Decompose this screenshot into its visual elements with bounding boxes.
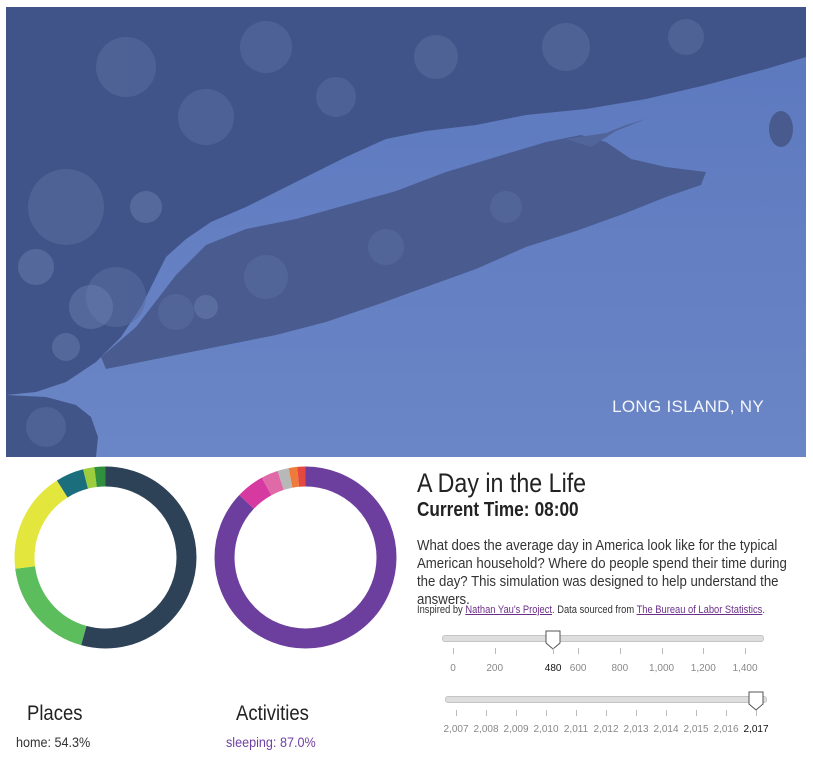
current-time-label: Current Time:	[417, 499, 530, 521]
time-tick-mark	[578, 648, 580, 654]
bls-link[interactable]: The Bureau of Labor Statistics	[637, 604, 763, 616]
year-tick-label: 2,016	[713, 724, 739, 735]
year-tick-mark	[666, 710, 667, 716]
year-tick-label: 2,015	[683, 724, 709, 735]
time-tick-mark	[553, 648, 555, 654]
current-time: Current Time: 08:00	[417, 499, 579, 522]
year-slider-track[interactable]	[445, 696, 767, 703]
year-slider-handle[interactable]	[748, 691, 764, 711]
year-tick-label: 2,011	[563, 724, 589, 735]
year-tick-mark	[546, 710, 547, 716]
year-tick-mark	[636, 710, 637, 716]
time-tick-label: 0	[450, 663, 456, 674]
year-tick-label: 2,007	[443, 724, 469, 735]
places-donut-chart[interactable]	[14, 466, 197, 649]
hero-satellite-image: LONG ISLAND, NY	[6, 7, 806, 457]
long-island-map	[6, 7, 806, 457]
year-tick-mark	[456, 710, 457, 716]
current-time-value: 08:00	[534, 499, 579, 521]
year-tick-mark	[576, 710, 577, 716]
year-tick-mark	[726, 710, 727, 716]
year-tick-label: 2,009	[503, 724, 529, 735]
year-tick-mark	[696, 710, 697, 716]
places-selected-value: home: 54.3%	[16, 734, 91, 750]
activities-heading: Activities	[236, 702, 309, 725]
credits-prefix: Inspired by	[417, 604, 466, 616]
credits-middle: . Data sourced from	[552, 604, 637, 616]
time-tick-label: 1,400	[732, 663, 758, 674]
year-tick-mark	[756, 710, 757, 716]
year-tick-label: 2,012	[593, 724, 619, 735]
time-tick-label: 800	[611, 663, 629, 674]
hero-caption: LONG ISLAND, NY	[612, 397, 764, 416]
activities-donut-svg[interactable]	[214, 466, 397, 649]
time-tick-label: 1,000	[649, 663, 675, 674]
credits-line: Inspired by Nathan Yau's Project. Data s…	[417, 604, 765, 616]
year-tick-label: 2,010	[533, 724, 559, 735]
time-tick-label: 600	[569, 663, 587, 674]
year-tick-label: 2,013	[623, 724, 649, 735]
time-tick-mark	[494, 648, 496, 654]
time-tick-label: 480	[544, 663, 562, 674]
time-tick-mark	[745, 648, 746, 654]
places-donut-svg[interactable]	[14, 466, 197, 649]
year-tick-label: 2,008	[473, 724, 499, 735]
time-tick-mark	[661, 648, 663, 654]
places-heading: Places	[27, 702, 83, 725]
year-tick-mark	[516, 710, 517, 716]
time-tick-label: 200	[486, 663, 504, 674]
year-tick-label: 2,014	[653, 724, 679, 735]
time-tick-label: 1,200	[690, 663, 716, 674]
time-tick-mark	[703, 648, 705, 654]
description-text: What does the average day in America loo…	[417, 537, 787, 608]
year-tick-mark	[486, 710, 487, 716]
time-tick-mark	[453, 648, 454, 654]
page-title: A Day in the Life	[417, 468, 587, 498]
credits-suffix: .	[762, 604, 765, 616]
block-island	[769, 111, 793, 147]
time-tick-mark	[619, 648, 621, 654]
nathan-yau-project-link[interactable]: Nathan Yau's Project	[465, 604, 552, 616]
activities-donut-chart[interactable]	[214, 466, 397, 649]
year-tick-label: 2,017	[743, 724, 769, 735]
time-slider-track[interactable]	[442, 635, 764, 642]
time-slider-handle[interactable]	[545, 630, 561, 650]
activities-selected-value: sleeping: 87.0%	[226, 734, 316, 750]
year-tick-mark	[606, 710, 607, 716]
